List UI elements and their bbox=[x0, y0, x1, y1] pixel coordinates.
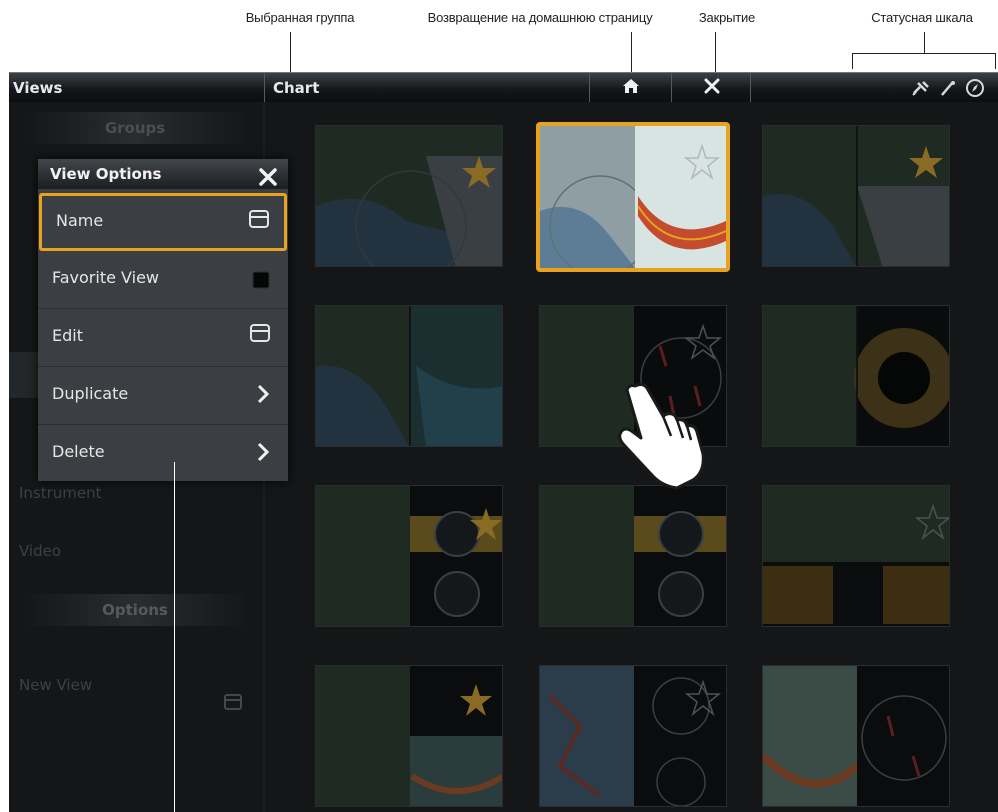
callout-selected-group: Выбранная группа bbox=[245, 10, 355, 25]
view-thumbnail[interactable] bbox=[762, 485, 950, 627]
dialog-title: View Options bbox=[50, 165, 162, 183]
views-title: Views bbox=[13, 79, 63, 97]
view-thumbnail[interactable] bbox=[315, 305, 503, 447]
sidebar-item-video[interactable]: Video bbox=[9, 522, 263, 580]
antenna-icon bbox=[937, 79, 959, 101]
option-name[interactable]: Name bbox=[39, 193, 287, 251]
view-thumbnail[interactable] bbox=[539, 485, 727, 627]
view-thumbnail[interactable] bbox=[762, 305, 950, 447]
option-favorite-view[interactable]: Favorite View bbox=[38, 251, 288, 309]
compass-icon bbox=[963, 78, 987, 102]
view-options-dialog: View Options Name Favorite View Edit Dup… bbox=[38, 159, 288, 481]
options-header: Options bbox=[21, 594, 249, 626]
option-label: Name bbox=[56, 211, 104, 230]
option-edit[interactable]: Edit bbox=[38, 309, 288, 367]
divider bbox=[589, 73, 590, 103]
divider bbox=[750, 73, 751, 103]
keyboard-icon bbox=[224, 676, 242, 734]
home-icon[interactable] bbox=[618, 77, 644, 99]
new-view-label: New View bbox=[19, 676, 93, 694]
close-icon[interactable] bbox=[699, 77, 725, 99]
satellite-icon bbox=[909, 79, 933, 101]
option-duplicate[interactable]: Duplicate bbox=[38, 367, 288, 425]
option-label: Favorite View bbox=[52, 268, 159, 287]
bracket-status-right bbox=[995, 53, 996, 69]
view-thumbnail[interactable] bbox=[315, 485, 503, 627]
callout-close: Закрытие bbox=[698, 10, 756, 25]
divider bbox=[671, 73, 672, 103]
close-icon[interactable] bbox=[258, 161, 278, 193]
option-label: Edit bbox=[52, 326, 83, 345]
leader-line-status bbox=[924, 32, 925, 53]
divider bbox=[264, 73, 265, 103]
view-thumbnail[interactable] bbox=[762, 125, 950, 267]
dialog-header: View Options bbox=[38, 159, 288, 189]
chevron-right-icon bbox=[256, 384, 270, 409]
view-thumbnail-selected[interactable] bbox=[536, 122, 730, 272]
top-bar: Views Chart bbox=[9, 72, 998, 103]
keyboard-icon bbox=[250, 324, 270, 347]
callout-status-bar: Статусная шкала bbox=[871, 10, 973, 25]
view-thumbnail[interactable] bbox=[539, 665, 727, 807]
leader-line-dialog bbox=[174, 462, 175, 812]
bracket-status bbox=[852, 53, 996, 54]
option-delete[interactable]: Delete bbox=[38, 425, 288, 483]
bracket-status-left bbox=[852, 53, 853, 69]
new-view-item[interactable]: New View bbox=[9, 656, 263, 714]
callout-home: Возвращение на домашнюю страницу bbox=[427, 10, 653, 25]
device-screen: Views Chart Groups Instrument Video Opti… bbox=[9, 72, 998, 812]
view-thumbnail[interactable] bbox=[762, 665, 950, 807]
selected-group-title: Chart bbox=[273, 79, 320, 97]
option-label: Duplicate bbox=[52, 384, 129, 403]
option-label: Delete bbox=[52, 442, 105, 461]
chevron-right-icon bbox=[256, 442, 270, 467]
view-thumbnail[interactable] bbox=[315, 125, 503, 267]
view-thumbnail[interactable] bbox=[315, 665, 503, 807]
keyboard-icon bbox=[249, 210, 269, 233]
hand-pointer-icon bbox=[605, 376, 715, 501]
checkbox-icon[interactable] bbox=[252, 271, 270, 294]
groups-header: Groups bbox=[21, 112, 249, 144]
